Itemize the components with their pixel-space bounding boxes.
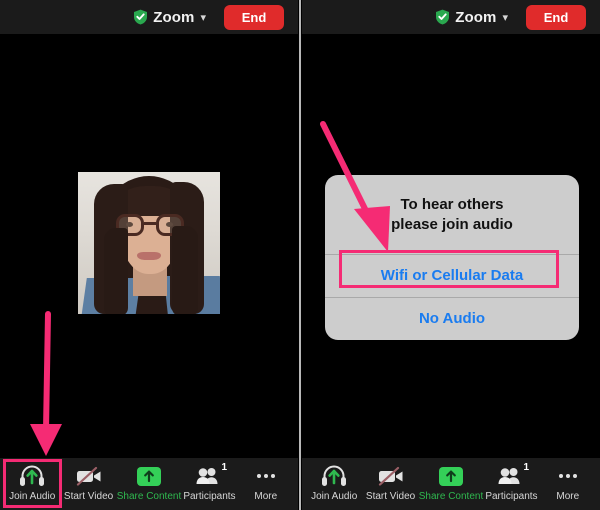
toolbar-item-participants[interactable]: 1 Participants: [483, 462, 539, 502]
share-content-up-arrow-icon: [439, 464, 463, 488]
join-audio-dialog: To hear others please join audio Wifi or…: [325, 175, 579, 340]
toolbar-label-start-video: Start Video: [63, 491, 114, 502]
toolbar-label-more: More: [556, 491, 580, 502]
dialog-title-line-2: please join audio: [391, 216, 513, 234]
toolbar-label-join-audio: Join Audio: [311, 491, 358, 502]
participants-people-icon: 1: [497, 462, 529, 488]
chevron-down-icon[interactable]: ▾: [502, 12, 508, 24]
right-bottom-toolbar: Join Audio Start Video Share Content 1 P…: [302, 458, 600, 510]
dialog-title: To hear others please join audio: [325, 175, 579, 254]
video-frame-image: [78, 172, 220, 314]
toolbar-item-participants[interactable]: 1 Participants: [181, 462, 237, 502]
shield-check-icon: [133, 9, 148, 25]
toolbar-item-start-video[interactable]: Start Video: [60, 464, 116, 502]
participants-count-badge: 1: [523, 462, 529, 473]
zoom-title: Zoom: [455, 8, 497, 26]
share-content-up-arrow-icon: [137, 464, 161, 488]
left-bottom-toolbar: Join Audio Start Video Share Content 1 P…: [0, 458, 298, 510]
headphones-join-audio-icon: [321, 464, 347, 488]
toolbar-item-more[interactable]: More: [238, 464, 294, 502]
shield-check-icon: [435, 9, 450, 25]
right-top-bar: Zoom ▾ End: [302, 0, 600, 34]
toolbar-item-join-audio[interactable]: Join Audio: [306, 464, 362, 502]
more-ellipsis-icon: [558, 464, 577, 488]
toolbar-label-join-audio: Join Audio: [9, 491, 56, 502]
toolbar-label-share-content: Share Content: [116, 491, 182, 502]
toolbar-label-share-content: Share Content: [418, 491, 484, 502]
participants-count-badge: 1: [221, 462, 227, 473]
dialog-title-line-1: To hear others: [400, 196, 504, 213]
left-panel-meeting-view: Zoom ▾ End Join Audio Start Video Share …: [0, 0, 298, 510]
dialog-button-wifi-or-cellular-data[interactable]: Wifi or Cellular Data: [325, 255, 579, 297]
toolbar-item-more[interactable]: More: [540, 464, 596, 502]
end-button[interactable]: End: [526, 4, 586, 30]
video-camera-off-icon: [377, 464, 405, 488]
toolbar-label-participants: Participants: [183, 491, 236, 502]
toolbar-label-start-video: Start Video: [365, 491, 416, 502]
zoom-meeting-indicator[interactable]: Zoom ▾: [133, 9, 206, 26]
toolbar-item-share-content[interactable]: Share Content: [418, 464, 484, 502]
video-camera-off-icon: [75, 464, 103, 488]
toolbar-item-start-video[interactable]: Start Video: [362, 464, 418, 502]
screenshot-root: Zoom ▾ End Join Audio Start Video Share …: [0, 0, 600, 510]
zoom-title: Zoom: [153, 8, 195, 26]
toolbar-item-join-audio[interactable]: Join Audio: [4, 464, 60, 502]
dialog-button-no-audio[interactable]: No Audio: [325, 298, 579, 340]
headphones-join-audio-icon: [19, 464, 45, 488]
toolbar-label-more: More: [254, 491, 278, 502]
zoom-meeting-indicator-right[interactable]: Zoom ▾: [435, 9, 508, 26]
right-panel-audio-dialog-view: Zoom ▾ End To hear others please join au…: [302, 0, 600, 510]
chevron-down-icon[interactable]: ▾: [200, 12, 206, 24]
left-top-bar: Zoom ▾ End: [0, 0, 298, 34]
end-button[interactable]: End: [224, 4, 284, 30]
self-video-tile[interactable]: [78, 172, 220, 314]
participants-people-icon: 1: [195, 462, 227, 488]
more-ellipsis-icon: [256, 464, 275, 488]
toolbar-item-share-content[interactable]: Share Content: [116, 464, 182, 502]
toolbar-label-participants: Participants: [485, 491, 538, 502]
